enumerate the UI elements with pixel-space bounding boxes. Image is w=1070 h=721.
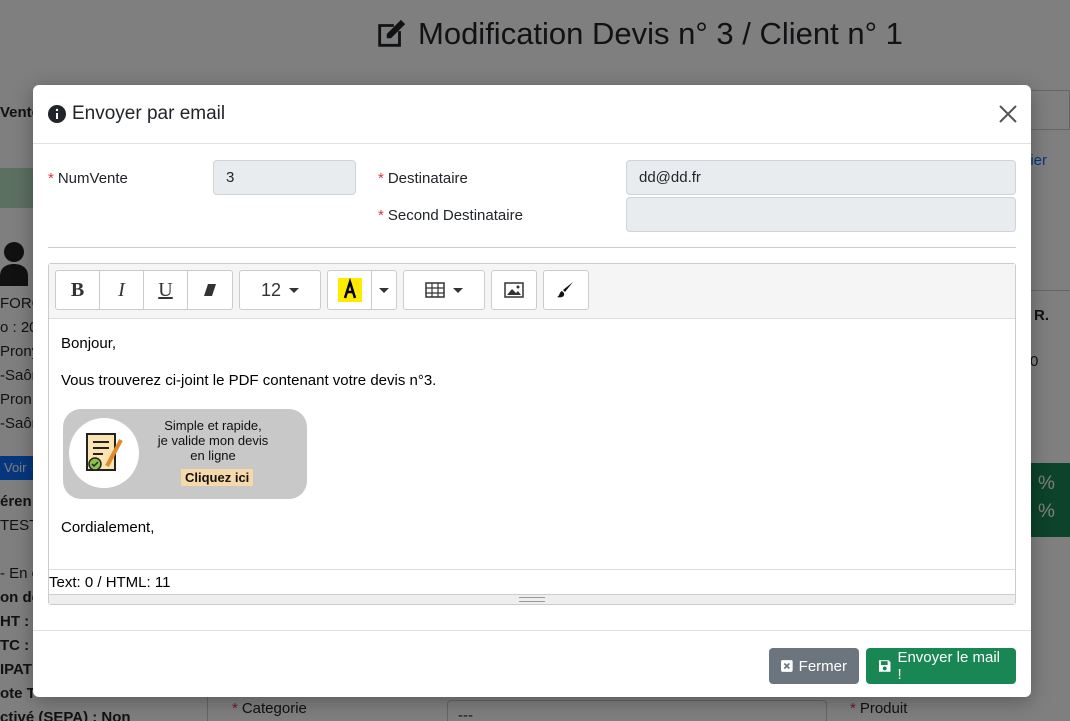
brush-group xyxy=(543,270,589,310)
contract-sign-icon xyxy=(86,433,123,471)
close-square-icon xyxy=(781,660,793,672)
table-dropdown[interactable] xyxy=(404,271,484,309)
font-size-dropdown[interactable]: 12 xyxy=(240,271,320,309)
font-size-group: 12 xyxy=(239,270,321,310)
bold-button[interactable]: B xyxy=(56,271,100,309)
brush-button[interactable] xyxy=(544,271,588,309)
eraser-icon xyxy=(204,284,216,296)
table-group xyxy=(403,270,485,310)
picture-icon xyxy=(504,282,524,298)
font-color-icon xyxy=(337,278,362,302)
rich-text-editor: B I U 12 Bonjour, Vous trouverez ci-join… xyxy=(48,263,1016,605)
close-button[interactable]: Fermer xyxy=(769,648,859,684)
color-dropdown[interactable] xyxy=(372,271,396,309)
info-icon xyxy=(48,105,66,123)
send-mail-button[interactable]: Envoyer le mail ! xyxy=(866,648,1016,684)
text-color-button[interactable] xyxy=(328,271,372,309)
modal-header: Envoyer par email xyxy=(33,85,1031,144)
editor-statusbar: Text: 0 / HTML: 11 xyxy=(49,569,1015,594)
chevron-down-icon xyxy=(379,287,389,293)
second-destinataire-field[interactable] xyxy=(626,197,1016,232)
modal-footer: Fermer Envoyer le mail ! xyxy=(33,630,1031,697)
chevron-down-icon xyxy=(453,287,463,293)
save-icon xyxy=(878,660,891,672)
email-modal: Envoyer par email * NumVente 3 * Destinata… xyxy=(33,85,1031,697)
banner-text: Simple et rapide, je valide mon devis en… xyxy=(157,418,269,463)
grip-icon xyxy=(519,597,545,602)
body-text: Vous trouverez ci-joint le PDF contenant… xyxy=(61,372,437,389)
banner-cta[interactable]: Cliquez ici xyxy=(181,469,254,486)
second-destinataire-label: * Second Destinataire xyxy=(378,207,523,224)
numvente-field[interactable]: 3 xyxy=(213,160,356,195)
editor-resize-handle[interactable] xyxy=(49,594,1015,604)
format-group: B I U xyxy=(55,270,233,310)
editor-content[interactable]: Bonjour, Vous trouverez ci-joint le PDF … xyxy=(49,319,1015,569)
close-icon[interactable] xyxy=(999,105,1017,123)
closing-text: Cordialement, xyxy=(61,519,155,536)
validate-banner[interactable]: Simple et rapide, je valide mon devis en… xyxy=(63,409,307,499)
divider xyxy=(48,247,1016,248)
destinataire-field[interactable]: dd@dd.fr xyxy=(626,160,1016,195)
brush-icon xyxy=(557,282,573,298)
editor-toolbar: B I U 12 xyxy=(49,264,1015,319)
picture-group xyxy=(491,270,537,310)
greeting-text: Bonjour, xyxy=(61,335,117,352)
underline-button[interactable]: U xyxy=(144,271,188,309)
color-group xyxy=(327,270,397,310)
banner-circle xyxy=(69,418,139,488)
modal-title: Envoyer par email xyxy=(72,103,226,124)
italic-button[interactable]: I xyxy=(100,271,144,309)
picture-button[interactable] xyxy=(492,271,536,309)
numvente-label: * NumVente xyxy=(48,170,128,187)
eraser-button[interactable] xyxy=(188,271,232,309)
destinataire-label: * Destinataire xyxy=(378,170,468,187)
chevron-down-icon xyxy=(289,287,300,293)
table-icon xyxy=(425,282,445,298)
